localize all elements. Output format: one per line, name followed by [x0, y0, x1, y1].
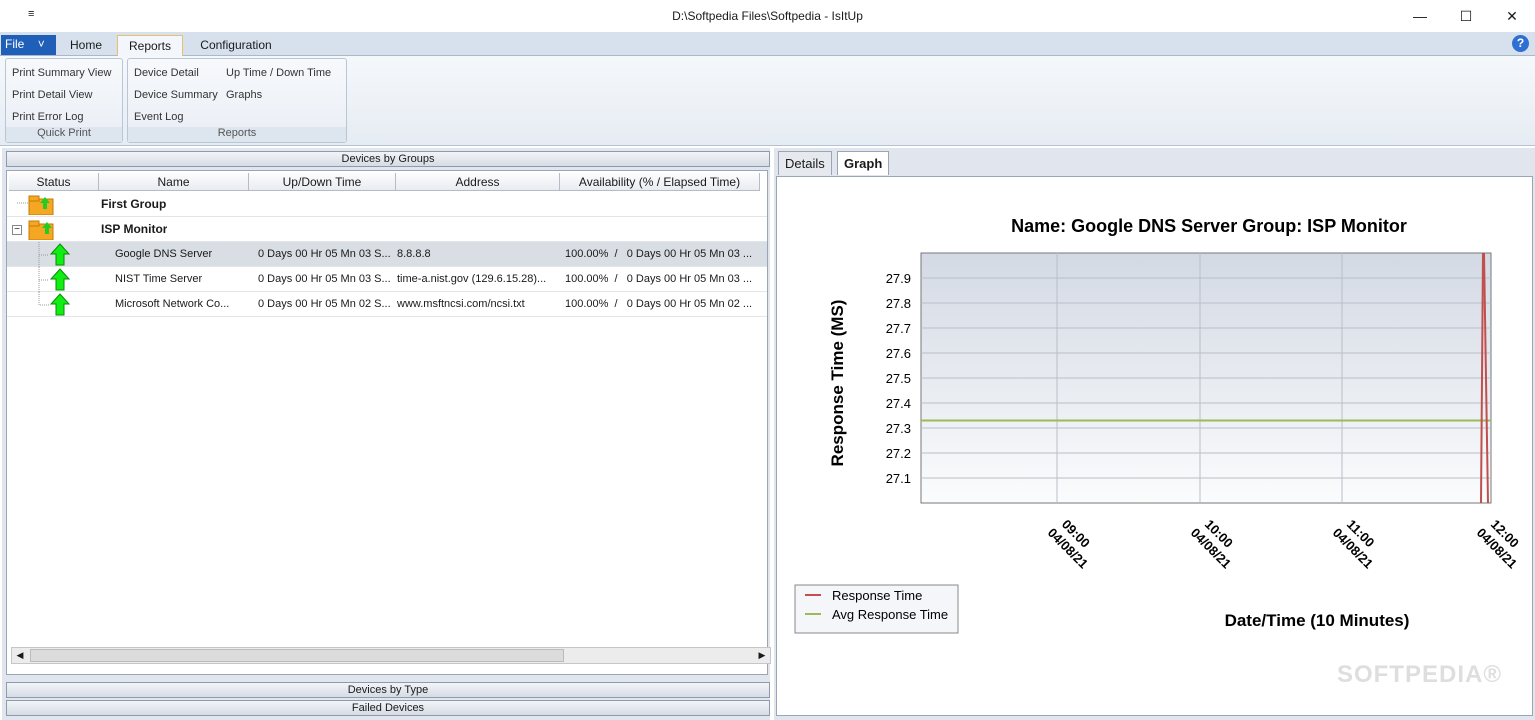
y-tick-label: 27.1 — [886, 471, 911, 486]
group-label: Quick Print — [6, 127, 122, 142]
y-tick-label: 27.2 — [886, 446, 911, 461]
title-bar: ≡ D:\Softpedia Files\Softpedia - IsItUp … — [0, 0, 1535, 32]
file-menu-button[interactable]: File ˅ — [1, 35, 56, 55]
group-row[interactable]: − ISP Monitor — [7, 217, 767, 242]
device-updown: 0 Days 00 Hr 05 Mn 03 S... — [258, 273, 391, 285]
graphs-button[interactable]: Graphs — [226, 89, 262, 101]
legend-avg-response-time: Avg Response Time — [832, 607, 948, 622]
devices-by-type-header[interactable]: Devices by Type — [6, 682, 770, 698]
chart-title: Name: Google DNS Server Group: ISP Monit… — [1011, 216, 1407, 236]
x-tick-label: 10:0004/08/21 — [1188, 517, 1236, 572]
chart-area: Name: Google DNS Server Group: ISP Monit… — [776, 176, 1533, 716]
print-summary-view-button[interactable]: Print Summary View — [12, 67, 111, 79]
tab-configuration[interactable]: Configuration — [192, 35, 280, 56]
device-availability: 100.00% / 0 Days 00 Hr 05 Mn 03 ... — [565, 248, 753, 260]
print-error-log-button[interactable]: Print Error Log — [12, 111, 84, 123]
failed-devices-header[interactable]: Failed Devices — [6, 700, 770, 716]
column-address[interactable]: Address — [396, 173, 560, 191]
devices-by-groups-header[interactable]: Devices by Groups — [6, 151, 770, 167]
x-tick-label: 12:0004/08/21 — [1474, 517, 1522, 572]
device-name: Microsoft Network Co... — [115, 298, 230, 310]
device-updown: 0 Days 00 Hr 05 Mn 03 S... — [258, 248, 391, 260]
device-name: NIST Time Server — [115, 273, 203, 285]
folder-icon — [28, 220, 54, 240]
y-axis-label: Response Time (MS) — [828, 300, 847, 467]
y-tick-label: 27.7 — [886, 321, 911, 336]
y-tick-label: 27.6 — [886, 346, 911, 361]
table-row[interactable]: NIST Time Server 0 Days 00 Hr 05 Mn 03 S… — [7, 267, 767, 292]
column-status[interactable]: Status — [9, 173, 99, 191]
device-address: 8.8.8.8 — [397, 248, 431, 260]
group-name: First Group — [101, 197, 167, 211]
group-row[interactable]: First Group — [7, 192, 767, 217]
y-tick-label: 27.5 — [886, 371, 911, 386]
scroll-right-arrow-icon[interactable]: ▶ — [754, 648, 770, 663]
y-tick-label: 27.9 — [886, 271, 911, 286]
reports-group: Device Detail Device Summary Event Log U… — [127, 58, 347, 143]
group-name: ISP Monitor — [101, 222, 168, 236]
column-availability[interactable]: Availability (% / Elapsed Time) — [560, 173, 760, 191]
ribbon-tab-bar: File ˅ Home Reports Configuration ? — [0, 32, 1535, 56]
response-time-chart: Name: Google DNS Server Group: ISP Monit… — [794, 216, 1522, 634]
x-tick-label: 09:0004/08/21 — [1045, 517, 1093, 572]
chart-legend: Response Time Avg Response Time — [794, 584, 959, 634]
chevron-down-icon: ˅ — [37, 37, 45, 51]
close-button[interactable]: ✕ — [1489, 0, 1535, 32]
minimize-button[interactable]: — — [1397, 0, 1443, 32]
x-tick-label: 11:0004/08/21 — [1330, 517, 1378, 572]
y-tick-label: 27.8 — [886, 296, 911, 311]
scroll-left-arrow-icon[interactable]: ◀ — [12, 648, 28, 663]
column-updown[interactable]: Up/Down Time — [249, 173, 396, 191]
right-panel: Details Graph Name: Google DNS Server Gr… — [774, 148, 1535, 720]
device-availability: 100.00% / 0 Days 00 Hr 05 Mn 03 ... — [565, 273, 753, 285]
tab-reports[interactable]: Reports — [117, 35, 183, 56]
tab-graph[interactable]: Graph — [837, 151, 890, 175]
device-summary-button[interactable]: Device Summary — [134, 89, 218, 101]
ribbon-panel: Print Summary View Print Detail View Pri… — [0, 56, 1535, 146]
event-log-button[interactable]: Event Log — [134, 111, 184, 123]
y-tick-label: 27.4 — [886, 396, 911, 411]
x-axis-label: Date/Time (10 Minutes) — [1225, 611, 1410, 630]
device-name: Google DNS Server — [115, 248, 213, 260]
maximize-button[interactable]: ☐ — [1443, 0, 1489, 32]
column-name[interactable]: Name — [99, 173, 249, 191]
legend-response-time: Response Time — [832, 588, 922, 603]
status-up-arrow-icon — [38, 267, 71, 292]
softpedia-watermark: SOFTPEDIA® — [1336, 661, 1502, 688]
table-row[interactable]: Google DNS Server 0 Days 00 Hr 05 Mn 03 … — [7, 242, 767, 267]
status-up-arrow-icon — [38, 292, 71, 316]
help-icon[interactable]: ? — [1512, 35, 1529, 52]
group-label: Reports — [128, 127, 346, 142]
tab-home[interactable]: Home — [60, 35, 112, 56]
folder-icon — [17, 195, 54, 215]
y-tick-label: 27.3 — [886, 421, 911, 436]
tab-details[interactable]: Details — [778, 151, 832, 175]
table-row[interactable]: Microsoft Network Co... 0 Days 00 Hr 05 … — [7, 292, 767, 317]
print-detail-view-button[interactable]: Print Detail View — [12, 89, 93, 101]
uptime-downtime-button[interactable]: Up Time / Down Time — [226, 67, 331, 79]
horizontal-scrollbar[interactable]: ◀ ▶ — [11, 647, 771, 664]
quick-print-group: Print Summary View Print Detail View Pri… — [5, 58, 123, 143]
device-address: time-a.nist.gov (129.6.15.28)... — [397, 273, 547, 285]
device-address: www.msftncsi.com/ncsi.txt — [397, 298, 525, 310]
device-grid: Status Name Up/Down Time Address Availab… — [6, 170, 771, 675]
device-availability: 100.00% / 0 Days 00 Hr 05 Mn 02 ... — [565, 298, 753, 310]
device-updown: 0 Days 00 Hr 05 Mn 02 S... — [258, 298, 391, 310]
device-detail-button[interactable]: Device Detail — [134, 67, 199, 79]
window-title: D:\Softpedia Files\Softpedia - IsItUp — [672, 9, 863, 23]
scroll-thumb[interactable] — [30, 649, 564, 662]
file-label: File — [5, 37, 25, 51]
status-up-arrow-icon — [38, 242, 71, 267]
